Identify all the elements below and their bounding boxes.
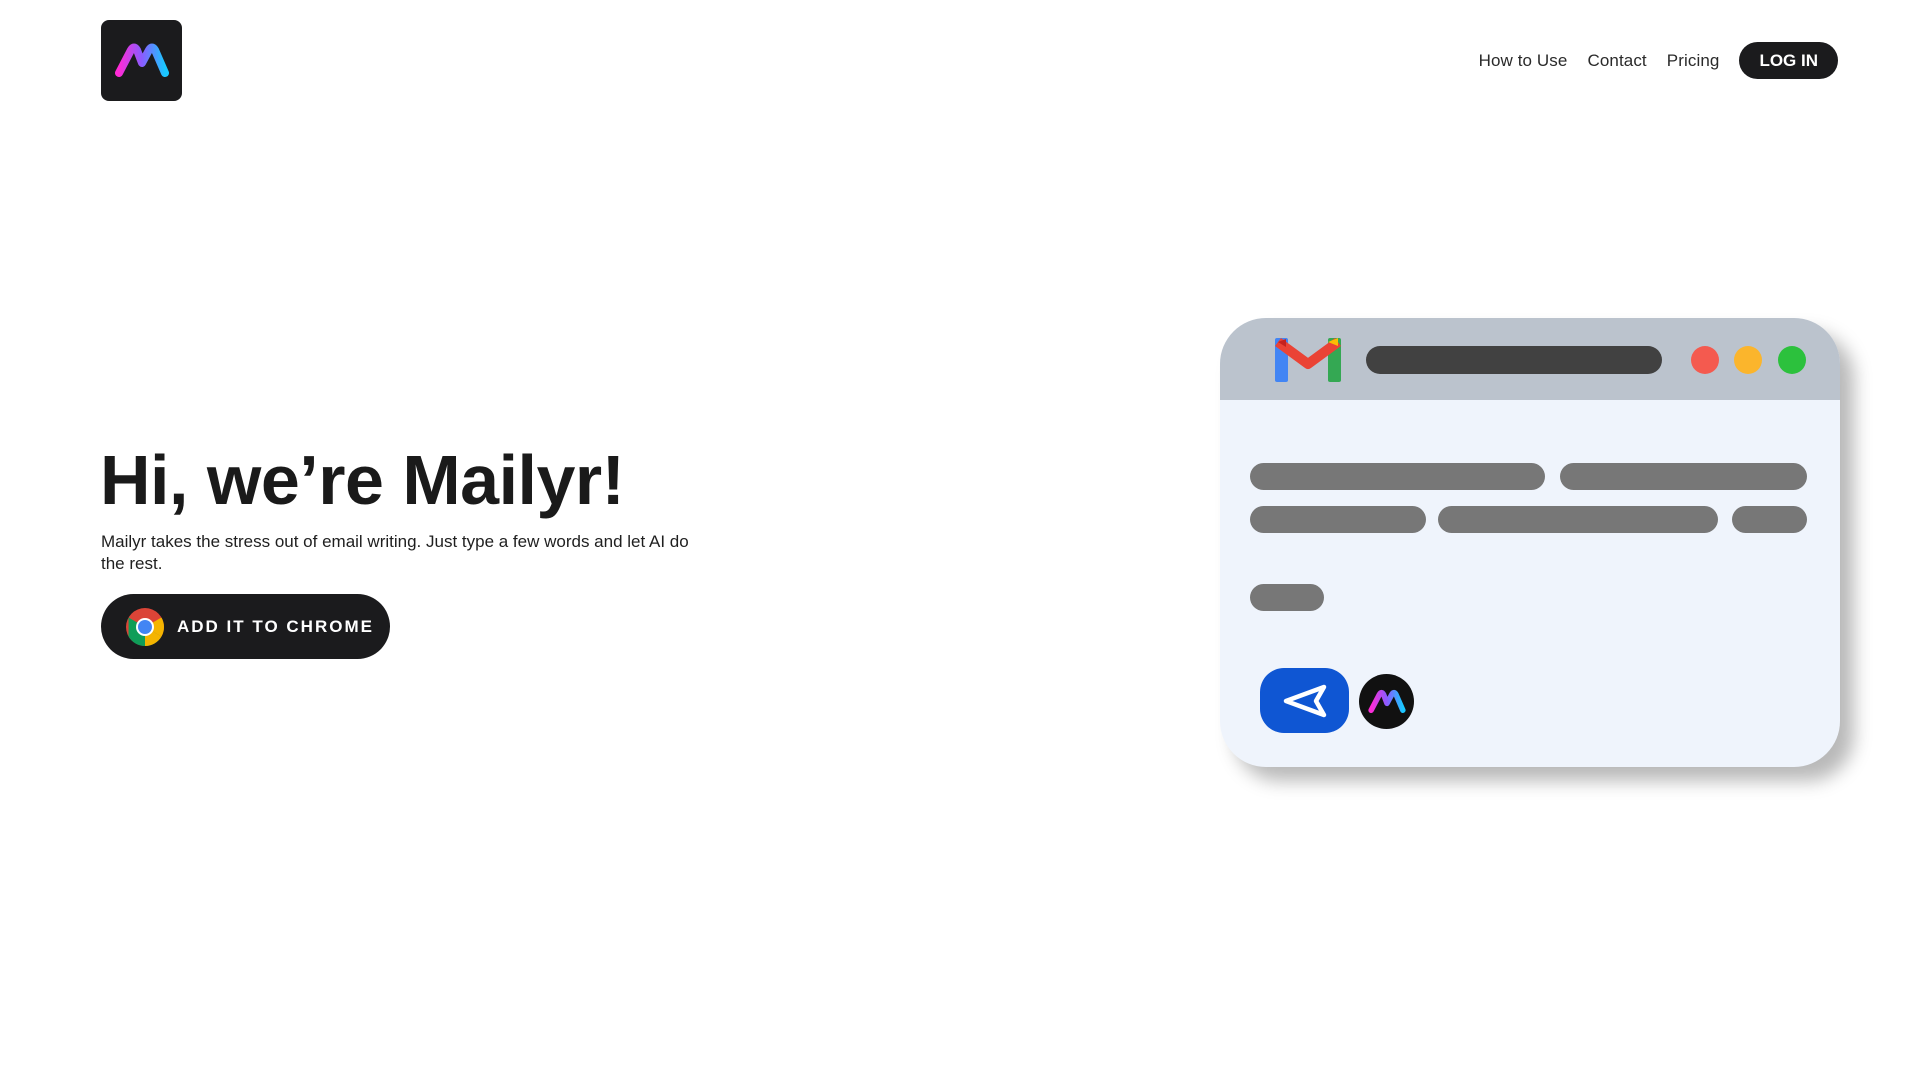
address-bar xyxy=(1366,346,1662,374)
mailyr-m-logo-icon xyxy=(1367,689,1406,713)
nav-link-how-to-use[interactable]: How to Use xyxy=(1479,51,1568,71)
login-button[interactable]: LOG IN xyxy=(1739,42,1838,79)
add-to-chrome-button[interactable]: ADD IT TO CHROME xyxy=(101,594,390,659)
nav-link-contact[interactable]: Contact xyxy=(1587,51,1646,71)
text-placeholder-line xyxy=(1732,506,1807,533)
window-minimize-dot xyxy=(1734,346,1762,374)
text-placeholder-line xyxy=(1250,584,1324,611)
email-client-illustration xyxy=(1220,318,1840,767)
send-icon xyxy=(1283,684,1326,717)
chrome-icon xyxy=(126,607,164,646)
text-placeholder-line xyxy=(1250,506,1426,533)
window-close-dot xyxy=(1691,346,1719,374)
window-maximize-dot xyxy=(1778,346,1806,374)
top-nav: How to Use Contact Pricing LOG IN xyxy=(1479,42,1838,79)
mailyr-m-logo-icon xyxy=(114,43,169,77)
mailyr-assistant-button xyxy=(1359,674,1414,729)
hero-title: Hi, we’re Mailyr! xyxy=(100,441,625,519)
hero-subtitle: Mailyr takes the stress out of email wri… xyxy=(101,532,689,573)
text-placeholder-line xyxy=(1438,506,1718,533)
brand-logo[interactable] xyxy=(101,20,182,101)
add-to-chrome-label: ADD IT TO CHROME xyxy=(177,616,374,636)
nav-link-pricing[interactable]: Pricing xyxy=(1667,51,1720,71)
text-placeholder-line xyxy=(1560,463,1807,490)
gmail-icon xyxy=(1275,337,1341,382)
text-placeholder-line xyxy=(1250,463,1545,490)
send-button xyxy=(1260,668,1349,733)
